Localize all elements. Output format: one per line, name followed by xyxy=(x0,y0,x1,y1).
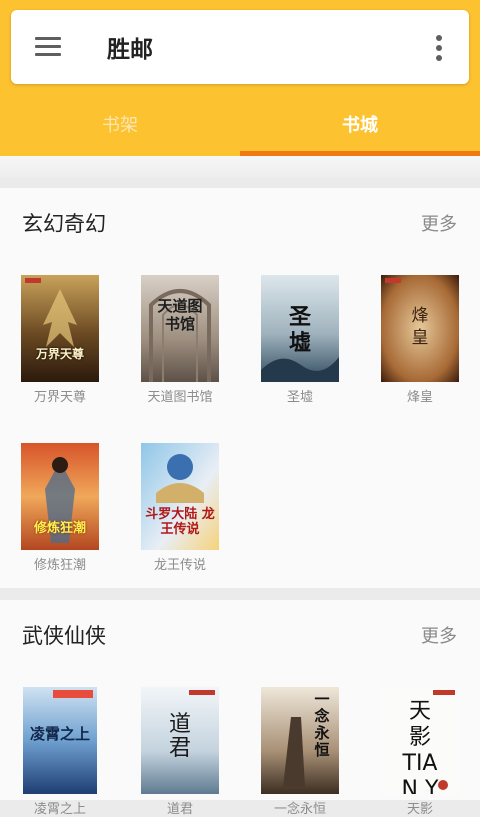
cover-title: 万界天尊 xyxy=(35,347,84,361)
book-title: 圣墟 xyxy=(286,390,313,405)
book-item[interactable]: 天影 TIAN YING 天影 xyxy=(370,687,470,817)
book-cover: 一念永恒 xyxy=(261,687,339,794)
book-cover: 斗罗大陆 龙王传说 xyxy=(141,443,219,550)
cover-title: 一念永恒 xyxy=(314,690,330,759)
book-cover: 圣墟 xyxy=(261,275,339,382)
book-title: 万界天尊 xyxy=(33,390,86,405)
book-title: 道君 xyxy=(166,802,193,817)
cover-title: 道君 xyxy=(168,712,191,761)
section-wuxia: 武侠仙侠 更多 凌霄之上 凌霄之上 道君 道君 一念永恒 一念永恒 天影 TIA… xyxy=(0,600,480,817)
book-cover: 天道图书馆 xyxy=(141,275,219,382)
more-options-icon[interactable] xyxy=(435,35,443,61)
book-cover: 天影 TIAN YING xyxy=(381,687,459,794)
book-title: 烽皇 xyxy=(406,390,433,405)
book-title: 天道图书馆 xyxy=(147,390,213,405)
divider xyxy=(0,156,480,178)
tab-bookshelf[interactable]: 书架 xyxy=(0,104,240,156)
cover-title: 修炼狂潮 xyxy=(33,521,86,536)
book-item[interactable]: 道君 道君 xyxy=(130,687,230,817)
book-cover: 烽皇 xyxy=(381,275,459,382)
section-title: 武侠仙侠 xyxy=(22,624,106,648)
cover-title: 斗罗大陆 龙王传说 xyxy=(145,507,215,537)
section-fantasy: 玄幻奇幻 更多 万界天尊 万界天尊 天道图书馆 天道图书馆 圣墟 圣墟 烽皇 烽… xyxy=(0,188,480,588)
app-header: 胜邮 书架 书城 xyxy=(0,0,480,156)
book-item[interactable]: 斗罗大陆 龙王传说 龙王传说 xyxy=(130,443,230,573)
book-title: 一念永恒 xyxy=(273,802,326,817)
book-item[interactable]: 天道图书馆 天道图书馆 xyxy=(130,275,230,405)
book-item[interactable]: 凌霄之上 凌霄之上 xyxy=(10,687,110,817)
hamburger-menu-icon[interactable] xyxy=(35,37,61,57)
book-item[interactable]: 修炼狂潮 修炼狂潮 xyxy=(10,443,110,573)
tab-bookstore[interactable]: 书城 xyxy=(240,104,480,156)
book-title: 修炼狂潮 xyxy=(33,558,86,573)
book-title: 凌霄之上 xyxy=(33,802,86,817)
book-item[interactable]: 圣墟 圣墟 xyxy=(250,275,350,405)
cover-title: 凌霄之上 xyxy=(29,725,90,743)
book-cover: 万界天尊 xyxy=(21,275,99,382)
section-more-link[interactable]: 更多 xyxy=(421,622,457,648)
book-title: 天影 xyxy=(406,802,433,817)
section-title: 玄幻奇幻 xyxy=(22,212,106,236)
book-item[interactable]: 一念永恒 一念永恒 xyxy=(250,687,350,817)
book-item[interactable]: 万界天尊 万界天尊 xyxy=(10,275,110,405)
book-title: 龙王传说 xyxy=(153,558,206,573)
app-title: 胜邮 xyxy=(107,37,153,63)
section-more-link[interactable]: 更多 xyxy=(421,210,457,236)
cover-title: 烽皇 xyxy=(411,306,429,348)
cover-title: 天道图书馆 xyxy=(157,297,203,333)
title-card: 胜邮 xyxy=(11,10,469,84)
book-cover: 修炼狂潮 xyxy=(21,443,99,550)
book-item[interactable]: 烽皇 烽皇 xyxy=(370,275,470,405)
cover-title: 天影 TIAN YING xyxy=(401,699,439,794)
cover-title: 圣墟 xyxy=(288,305,311,356)
book-cover: 凌霄之上 xyxy=(23,687,97,794)
book-cover: 道君 xyxy=(141,687,219,794)
